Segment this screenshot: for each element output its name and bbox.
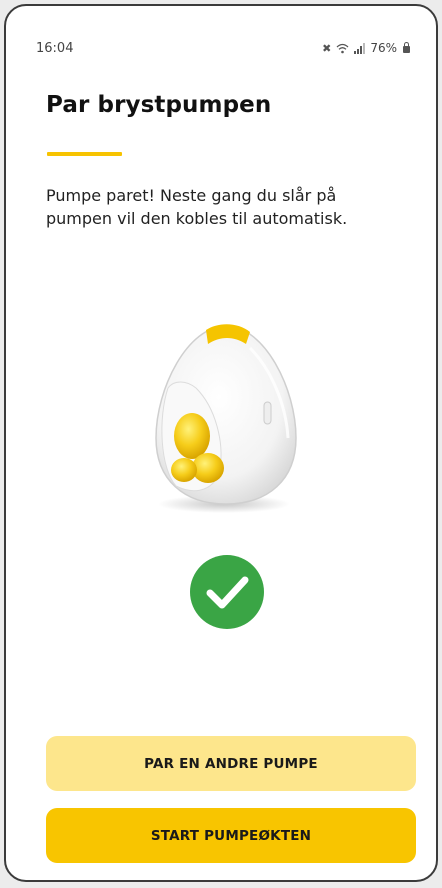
start-pump-session-label: START PUMPEØKTEN: [150, 827, 312, 844]
signal-icon: [354, 42, 366, 54]
battery-icon: [403, 41, 410, 53]
status-time: 16:04: [36, 40, 74, 56]
page-title: Par brystpumpen: [46, 92, 272, 118]
mute-icon: ✖: [322, 41, 332, 55]
wifi-icon: [336, 43, 349, 53]
breast-pump-image: [155, 324, 297, 513]
status-bar: 16:04 ✖ 76%: [36, 38, 410, 58]
pairing-success-message: Pumpe paret! Neste gang du slår på pumpe…: [46, 186, 348, 228]
title-accent-divider: [47, 152, 122, 156]
start-pump-session-button[interactable]: START PUMPEØKTEN: [46, 808, 416, 863]
status-icons: ✖ 76%: [322, 41, 410, 55]
pair-another-pump-button[interactable]: PAR EN ANDRE PUMPE: [46, 736, 416, 791]
phone-frame: 16:04 ✖ 76% Par brystpumpen Pumpe paret!…: [4, 4, 438, 882]
check-circle-icon: [190, 555, 264, 629]
pair-another-pump-label: PAR EN ANDRE PUMPE: [144, 755, 318, 772]
battery-percent: 76%: [370, 41, 397, 55]
